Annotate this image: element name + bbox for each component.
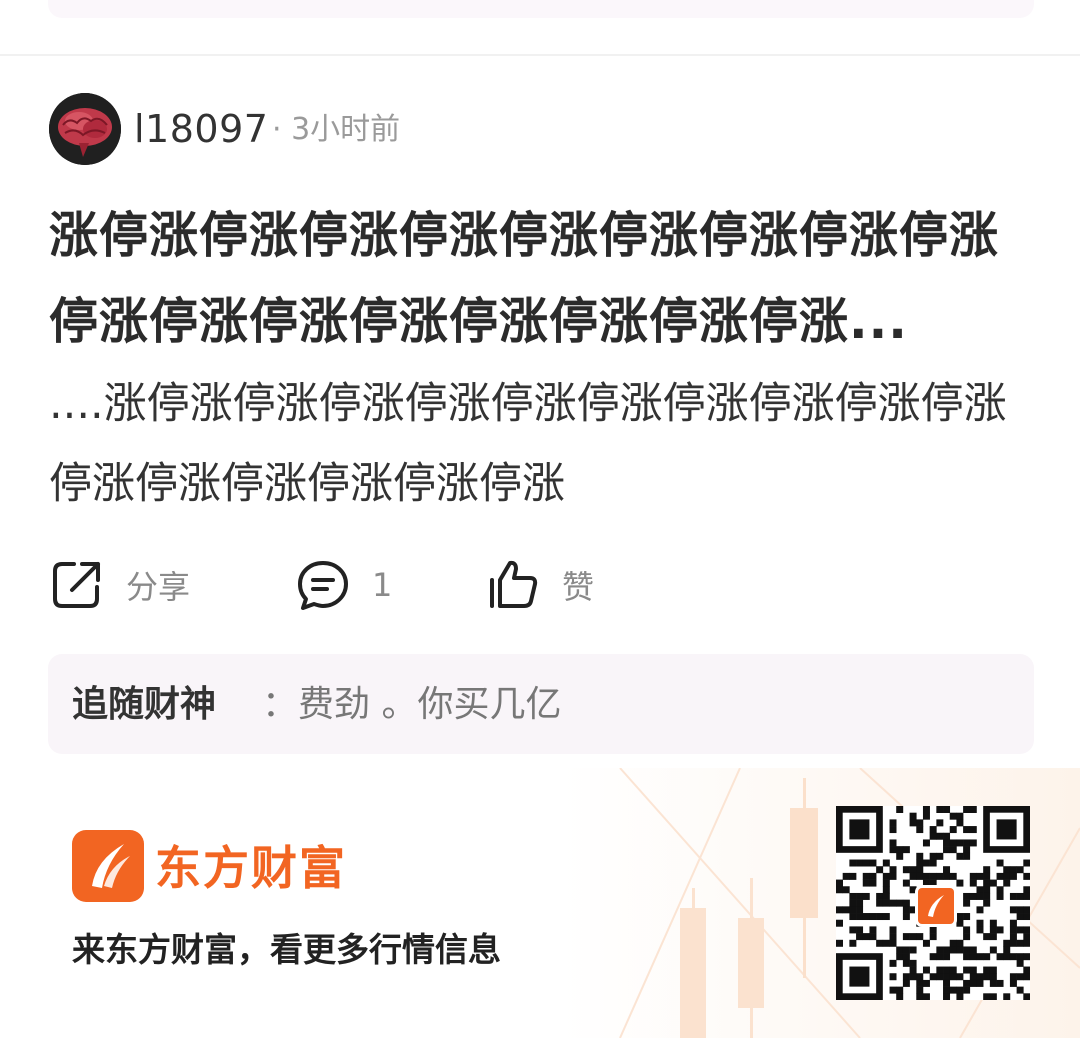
- post-title[interactable]: 涨停涨停涨停涨停涨停涨停涨停涨停涨停涨停涨停涨停涨停涨停涨停涨停涨停涨...: [49, 193, 1034, 365]
- reply-text: ：费劲 。你买几亿: [262, 684, 562, 725]
- comment-icon: [296, 558, 350, 612]
- reply-preview[interactable]: 追随财神 ：费劲 。你买几亿: [48, 654, 1034, 754]
- qr-code: [835, 805, 1031, 1001]
- brand-name: 东方财富: [155, 841, 347, 895]
- eastmoney-logo-icon: [72, 830, 144, 902]
- reply-author[interactable]: 追随财神: [72, 682, 216, 728]
- comment-count: 1: [372, 566, 393, 604]
- comment-button[interactable]: 1: [296, 557, 392, 613]
- post-timestamp: · 3小时前: [272, 112, 401, 147]
- post-body[interactable]: ....涨停涨停涨停涨停涨停涨停涨停涨停涨停涨停涨停涨停涨停涨停涨停涨停涨: [49, 364, 1034, 524]
- eastmoney-logo-icon: [915, 885, 957, 927]
- share-icon: [50, 558, 104, 612]
- like-label: 赞: [562, 568, 595, 606]
- thumbs-up-icon: [486, 558, 540, 612]
- like-button[interactable]: 赞: [486, 557, 594, 613]
- avatar[interactable]: [49, 93, 121, 165]
- app-promo-footer: 东方财富 来东方财富，看更多行情信息: [0, 768, 1080, 1038]
- share-button[interactable]: 分享: [50, 557, 190, 613]
- previous-card-bottom: [48, 0, 1034, 18]
- promo-slogan: 来东方财富，看更多行情信息: [72, 930, 501, 969]
- share-label: 分享: [126, 568, 191, 606]
- username[interactable]: l18097: [134, 105, 268, 153]
- brain-avatar-icon: [49, 93, 121, 165]
